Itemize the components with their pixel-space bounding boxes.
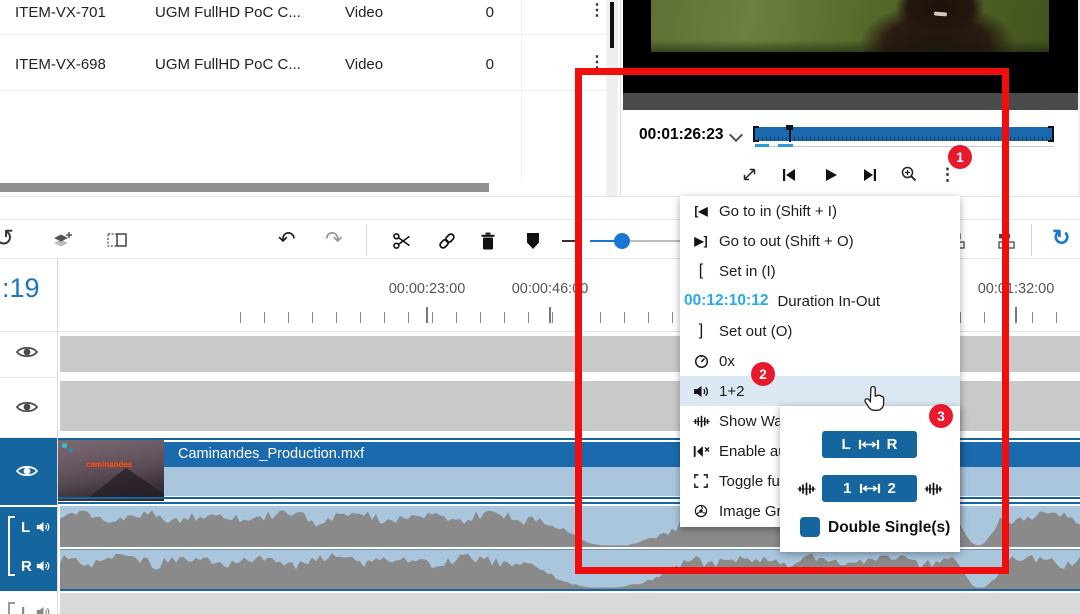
eye-icon xyxy=(16,464,38,478)
marker-icon[interactable] xyxy=(525,232,541,250)
speaker-icon xyxy=(36,606,51,614)
clip-name: Caminandes_Production.mxf xyxy=(178,446,364,462)
audio-track-header-selected[interactable]: L R xyxy=(0,507,57,591)
item-id: ITEM-VX-701 xyxy=(15,4,106,21)
table-row[interactable]: ITEM-VX-701 UGM FullHD PoC C... Video 0 … xyxy=(0,0,606,34)
clip-thumbnail[interactable]: caminandes xyxy=(58,440,164,501)
video-track-header-selected[interactable] xyxy=(0,438,57,505)
zoom-out-minus-icon[interactable] xyxy=(562,240,575,242)
annotation-badge-3: 3 xyxy=(929,404,953,428)
speaker-icon[interactable] xyxy=(36,521,51,533)
thumb-speck xyxy=(61,442,67,448)
audio-clip-bottom-border xyxy=(60,589,1080,591)
row-kebab-icon[interactable]: ⋮ xyxy=(589,3,605,19)
column-divider xyxy=(521,0,522,181)
empty-track-partial[interactable] xyxy=(60,593,1080,614)
delete-icon[interactable] xyxy=(480,232,496,250)
track-header-divider xyxy=(57,259,58,614)
refresh-icon[interactable]: ↻ xyxy=(1052,225,1070,251)
annotation-badge-1: 1 xyxy=(948,145,972,169)
audio-left-label: L xyxy=(21,519,30,536)
table-row[interactable]: ITEM-VX-698 UGM FullHD PoC C... Video 0 … xyxy=(0,34,606,90)
video-frame xyxy=(651,0,1049,52)
scrubber-out-bracket[interactable] xyxy=(1048,126,1054,142)
thumb-mountain xyxy=(88,468,164,498)
link-icon[interactable] xyxy=(437,231,457,251)
item-type: Video xyxy=(345,4,383,21)
split-view-icon[interactable] xyxy=(107,232,127,248)
ruler-major-tick xyxy=(1015,307,1017,323)
divider xyxy=(0,377,57,378)
add-layer-icon[interactable] xyxy=(52,231,72,249)
ruler-major-tick xyxy=(549,307,551,323)
ground-shadow xyxy=(651,40,1049,52)
partial-track-label: L xyxy=(21,604,30,614)
thumb-logo: caminandes xyxy=(86,460,132,469)
speaker-icon[interactable] xyxy=(36,560,51,572)
annotation-rectangle xyxy=(575,68,1009,574)
item-count: 0 xyxy=(470,56,494,73)
video-editor-app: ITEM-VX-701 UGM FullHD PoC C... Video 0 … xyxy=(0,0,1080,614)
audio-right-label: R xyxy=(21,558,32,575)
thumb-speck xyxy=(68,447,74,453)
item-id: ITEM-VX-698 xyxy=(15,56,106,73)
item-name: UGM FullHD PoC C... xyxy=(155,4,301,21)
ruler-partial-timecode: :19 xyxy=(2,273,40,304)
annotation-badge-2: 2 xyxy=(751,362,775,386)
cut-icon[interactable] xyxy=(392,231,412,251)
rotate-ccw-icon[interactable]: ↺ xyxy=(0,224,14,253)
divider xyxy=(366,224,367,256)
undo-icon[interactable]: ↶ xyxy=(278,227,296,252)
divider xyxy=(1031,224,1032,256)
ruler-label: 00:00:23:00 xyxy=(381,281,473,297)
item-name: UGM FullHD PoC C... xyxy=(155,56,301,73)
audio-group-bracket xyxy=(8,516,15,576)
audio-group-bracket xyxy=(8,602,15,614)
ruler-major-tick xyxy=(426,307,428,323)
item-count: 0 xyxy=(470,4,494,21)
item-type: Video xyxy=(345,56,383,73)
scrollbar-thumb[interactable] xyxy=(610,2,614,48)
eye-icon[interactable] xyxy=(16,400,38,414)
horizontal-scrollbar[interactable] xyxy=(0,183,489,192)
creature-teeth xyxy=(934,12,947,17)
redo-icon[interactable]: ↷ xyxy=(325,227,343,252)
asset-table: ITEM-VX-701 UGM FullHD PoC C... Video 0 … xyxy=(0,0,606,196)
row-divider xyxy=(0,90,606,91)
eye-icon[interactable] xyxy=(16,345,38,359)
